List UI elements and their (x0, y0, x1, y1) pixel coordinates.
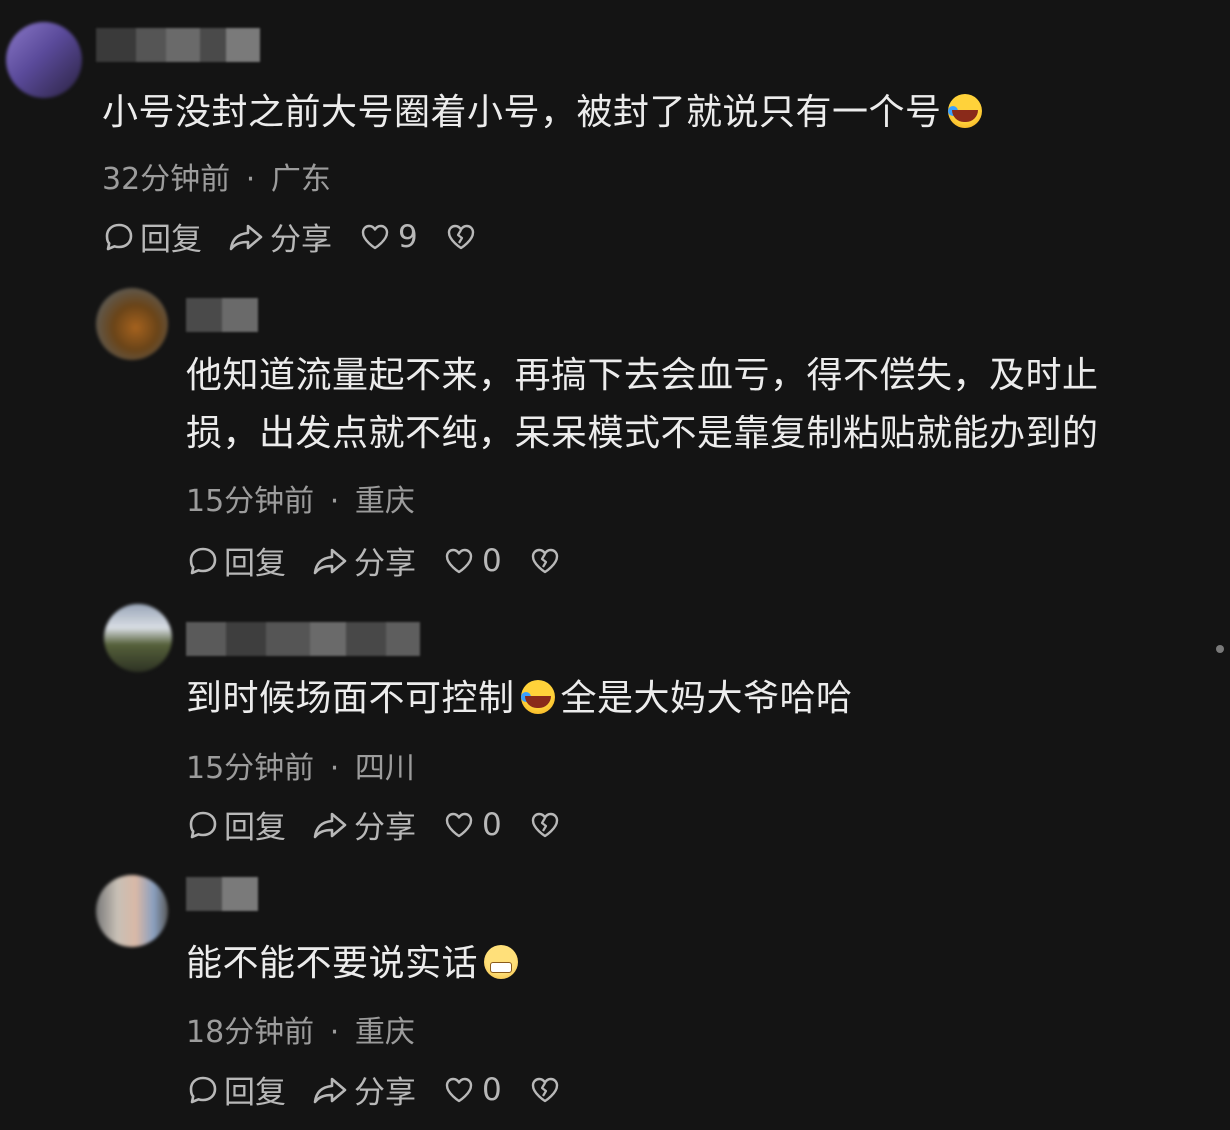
username-blurred[interactable] (186, 622, 420, 656)
reply-label: 回复 (224, 1075, 286, 1111)
share-button[interactable]: 分享 (312, 538, 416, 583)
reply-bubble-icon (189, 547, 217, 574)
username-blurred[interactable] (186, 877, 258, 911)
comment-location: 重庆 (354, 1015, 415, 1050)
reply-item: 到时候场面不可控制 全是大妈大爷哈哈 15分钟前 · 四川 回复 分享 0 (0, 600, 1230, 865)
reply-item: 能不能不要说实话 18分钟前 · 重庆 回复 分享 0 (0, 865, 1230, 1130)
comment-text: 他知道流量起不来，再搞下去会血亏，得不偿失，及时止 损，出发点就不纯，呆呆模式不… (186, 347, 1099, 463)
comment-text-line: 他知道流量起不来，再搞下去会血亏，得不偿失，及时止 (186, 355, 1099, 396)
like-button[interactable]: 0 (442, 543, 502, 579)
like-count: 0 (482, 542, 502, 579)
share-arrow-icon (229, 224, 263, 250)
comment-meta: 18分钟前 · 重庆 (186, 1007, 415, 1051)
comment-meta: 15分钟前 · 重庆 (186, 476, 415, 520)
broken-heart-icon (531, 548, 558, 573)
heart-icon (445, 1077, 473, 1102)
comment-time: 15分钟前 (186, 484, 315, 519)
broken-heart-icon (531, 1077, 558, 1102)
share-arrow-icon (313, 548, 347, 574)
comment-actions: 回复 分享 0 (186, 802, 592, 847)
broken-heart-icon (447, 224, 474, 249)
share-arrow-icon (313, 812, 347, 838)
heart-icon (445, 548, 473, 573)
meta-separator: · (329, 1015, 340, 1050)
username-blurred[interactable] (96, 28, 260, 62)
reply-button[interactable]: 回复 (186, 538, 286, 583)
like-count: 0 (482, 1071, 502, 1108)
comment-text: 到时候场面不可控制 全是大妈大爷哈哈 (186, 678, 853, 719)
username-blurred[interactable] (186, 298, 258, 332)
reply-label: 回复 (224, 546, 286, 582)
reply-bubble-icon (189, 811, 217, 838)
reply-button[interactable]: 回复 (186, 1067, 286, 1112)
comment-location: 广东 (270, 162, 331, 197)
heart-icon (445, 812, 473, 837)
share-arrow-icon (313, 1077, 347, 1103)
share-label: 分享 (354, 810, 416, 846)
avatar[interactable] (104, 604, 172, 672)
comment-time: 15分钟前 (186, 751, 315, 786)
share-label: 分享 (354, 1075, 416, 1111)
avatar[interactable] (96, 875, 168, 947)
like-button[interactable]: 0 (442, 807, 502, 843)
like-button[interactable]: 9 (358, 219, 418, 255)
dislike-button[interactable] (444, 220, 482, 254)
avatar[interactable] (96, 288, 168, 360)
share-label: 分享 (270, 222, 332, 258)
like-count: 9 (398, 218, 418, 255)
laugh-cry-emoji (947, 94, 982, 128)
reply-label: 回复 (140, 222, 202, 258)
comment-item: 小号没封之前大号圈着小号，被封了就说只有一个号 32分钟前 · 广东 回复 分享… (0, 0, 1230, 270)
comment-actions: 回复 分享 0 (186, 1067, 592, 1112)
comment-location: 重庆 (354, 484, 415, 519)
meta-separator: · (329, 751, 340, 786)
avatar[interactable] (6, 22, 82, 98)
reply-item: 他知道流量起不来，再搞下去会血亏，得不偿失，及时止 损，出发点就不纯，呆呆模式不… (0, 270, 1230, 600)
comment-text: 能不能不要说实话 (186, 935, 524, 993)
share-button[interactable]: 分享 (312, 802, 416, 847)
meta-separator: · (245, 162, 256, 197)
dislike-button[interactable] (528, 1073, 566, 1107)
share-label: 分享 (354, 546, 416, 582)
share-button[interactable]: 分享 (228, 214, 332, 259)
comment-time: 32分钟前 (102, 162, 231, 197)
scrollbar-indicator[interactable] (1216, 645, 1224, 653)
reply-bubble-icon (105, 223, 133, 250)
laugh-cry-emoji (520, 680, 555, 714)
reply-button[interactable]: 回复 (102, 214, 202, 259)
comment-text-line: 损，出发点就不纯，呆呆模式不是靠复制粘贴就能办到的 (186, 413, 1099, 454)
share-button[interactable]: 分享 (312, 1067, 416, 1112)
heart-icon (361, 224, 389, 249)
comment-actions: 回复 分享 0 (186, 538, 592, 583)
broken-heart-icon (531, 812, 558, 837)
comment-text: 小号没封之前大号圈着小号，被封了就说只有一个号 (102, 84, 988, 142)
comment-location: 四川 (354, 751, 415, 786)
grin-emoji (484, 945, 519, 979)
comment-meta: 15分钟前 · 四川 (186, 743, 415, 787)
comment-meta: 32分钟前 · 广东 (102, 154, 331, 198)
comment-time: 18分钟前 (186, 1015, 315, 1050)
dislike-button[interactable] (528, 808, 566, 842)
dislike-button[interactable] (528, 544, 566, 578)
reply-label: 回复 (224, 810, 286, 846)
like-count: 0 (482, 806, 502, 843)
comment-actions: 回复 分享 9 (102, 214, 508, 259)
like-button[interactable]: 0 (442, 1072, 502, 1108)
reply-button[interactable]: 回复 (186, 802, 286, 847)
reply-bubble-icon (189, 1076, 217, 1103)
meta-separator: · (329, 484, 340, 519)
